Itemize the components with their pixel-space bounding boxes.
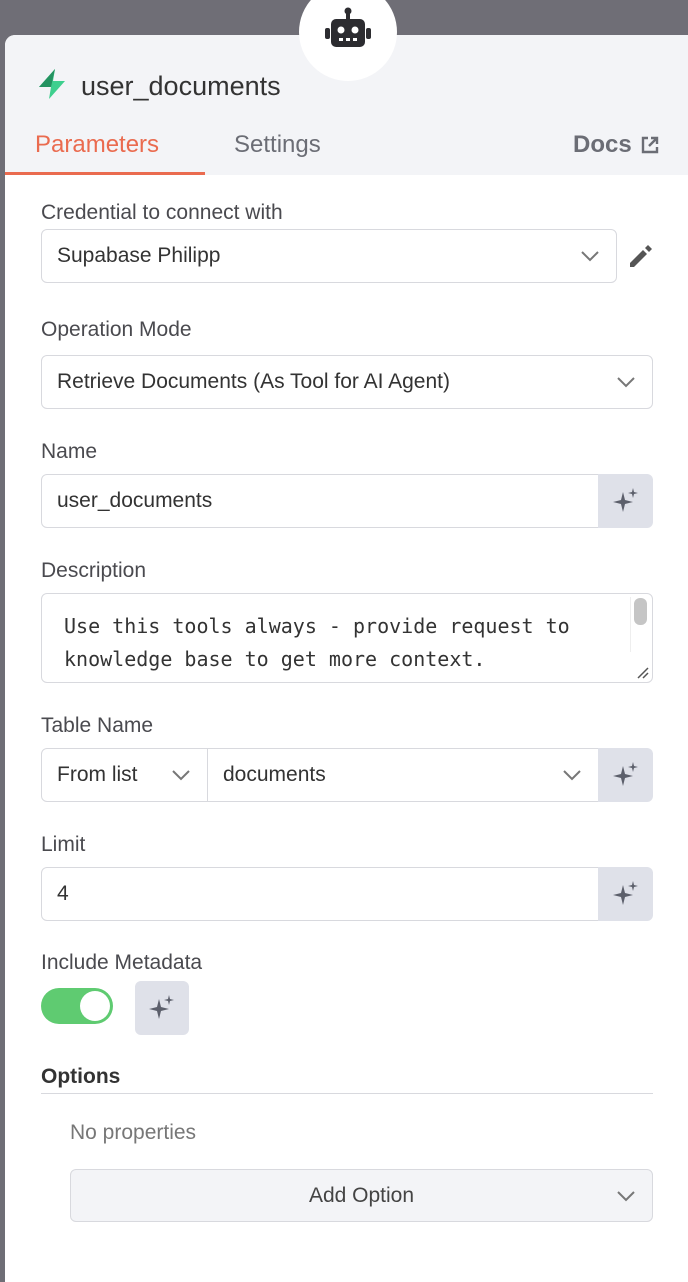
limit-input[interactable]: 4 xyxy=(41,867,599,921)
robot-icon xyxy=(325,7,371,47)
scrollbar-thumb[interactable] xyxy=(634,598,647,625)
options-label: Options xyxy=(41,1065,121,1088)
description-textarea[interactable]: Use this tools always - provide request … xyxy=(41,593,653,683)
include-metadata-label: Include Metadata xyxy=(41,951,203,974)
credential-select[interactable]: Supabase Philipp xyxy=(41,229,617,283)
tab-docs[interactable]: Docs xyxy=(573,131,660,159)
chevron-down-icon xyxy=(172,770,190,781)
toggle-knob xyxy=(80,991,110,1021)
node-title[interactable]: user_documents xyxy=(81,71,281,102)
add-option-button[interactable]: Add Option xyxy=(70,1169,653,1222)
tab-settings[interactable]: Settings xyxy=(234,131,321,159)
node-settings-panel: user_documents Parameters Settings Docs … xyxy=(5,35,688,1282)
limit-value: 4 xyxy=(57,882,69,905)
no-properties-text: No properties xyxy=(70,1121,197,1144)
table-name-select[interactable]: documents xyxy=(207,748,599,802)
table-name-value: documents xyxy=(223,763,326,786)
table-ai-button[interactable] xyxy=(598,748,653,802)
resize-handle-icon[interactable] xyxy=(634,664,650,680)
credential-label: Credential to connect with xyxy=(41,201,283,224)
chevron-down-icon xyxy=(581,251,599,262)
active-tab-indicator xyxy=(5,172,205,175)
chevron-down-icon xyxy=(617,377,635,388)
limit-label: Limit xyxy=(41,833,86,856)
table-name-label: Table Name xyxy=(41,714,154,737)
add-option-label: Add Option xyxy=(308,1183,415,1207)
chevron-down-icon xyxy=(563,770,581,781)
description-label: Description xyxy=(41,559,147,582)
docs-label: Docs xyxy=(573,131,632,158)
name-ai-button[interactable] xyxy=(598,474,653,528)
sparkles-icon xyxy=(149,995,174,1019)
operation-mode-select[interactable]: Retrieve Documents (As Tool for AI Agent… xyxy=(41,355,653,409)
limit-ai-button[interactable] xyxy=(598,867,653,921)
name-label: Name xyxy=(41,440,98,463)
table-mode-value: From list xyxy=(57,763,138,786)
external-link-icon xyxy=(641,136,658,154)
sparkles-icon xyxy=(612,762,638,786)
operation-mode-label: Operation Mode xyxy=(41,318,192,341)
include-metadata-toggle[interactable] xyxy=(41,988,113,1024)
name-input[interactable]: user_documents xyxy=(41,474,599,528)
operation-mode-value: Retrieve Documents (As Tool for AI Agent… xyxy=(57,370,450,393)
description-value: Use this tools always - provide request … xyxy=(64,614,570,671)
metadata-ai-button[interactable] xyxy=(135,981,189,1035)
sparkles-icon xyxy=(612,488,638,512)
pencil-icon[interactable] xyxy=(626,243,654,271)
name-value: user_documents xyxy=(57,489,213,512)
sparkles-icon xyxy=(612,881,638,905)
table-mode-select[interactable]: From list xyxy=(41,748,208,802)
supabase-bolt-icon xyxy=(39,69,65,99)
options-divider xyxy=(41,1093,653,1094)
tab-parameters[interactable]: Parameters xyxy=(35,131,159,159)
credential-value: Supabase Philipp xyxy=(57,244,221,267)
chevron-down-icon xyxy=(617,1190,635,1201)
textarea-scrollbar[interactable] xyxy=(630,597,648,652)
